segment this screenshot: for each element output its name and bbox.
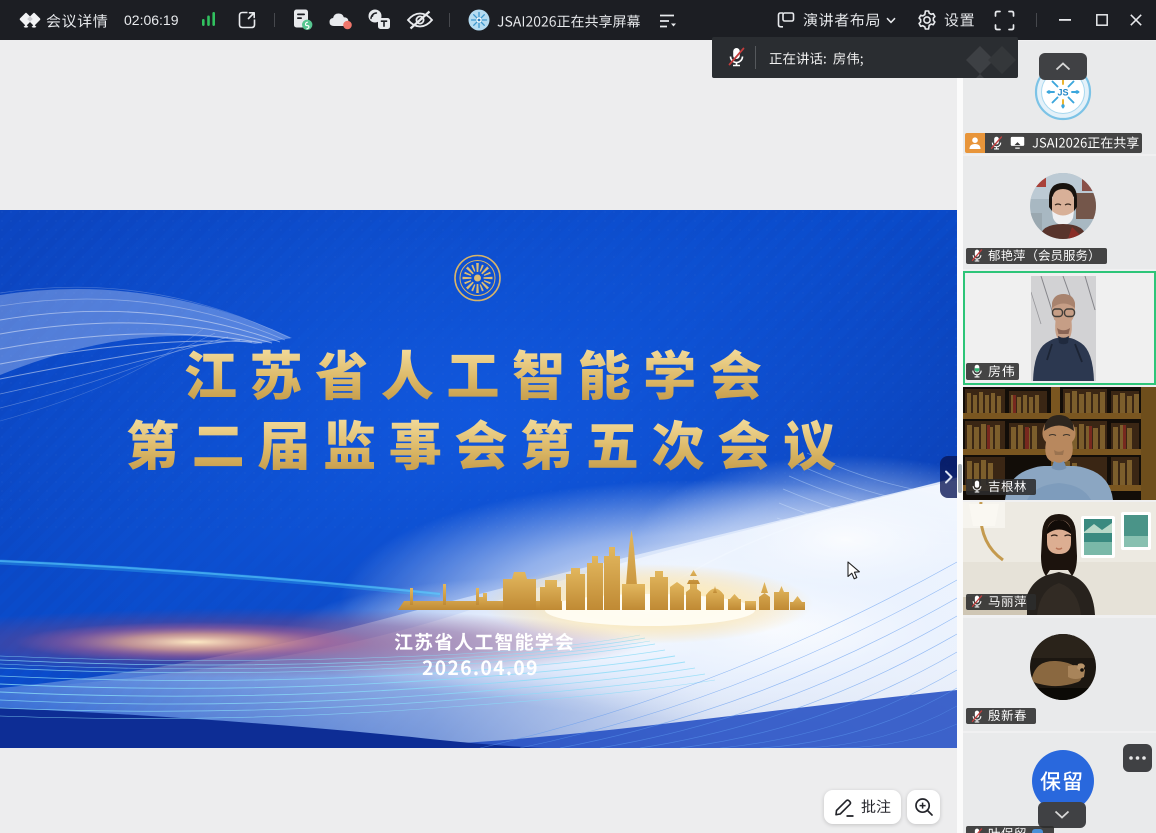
svg-text:JS: JS	[1057, 88, 1068, 98]
